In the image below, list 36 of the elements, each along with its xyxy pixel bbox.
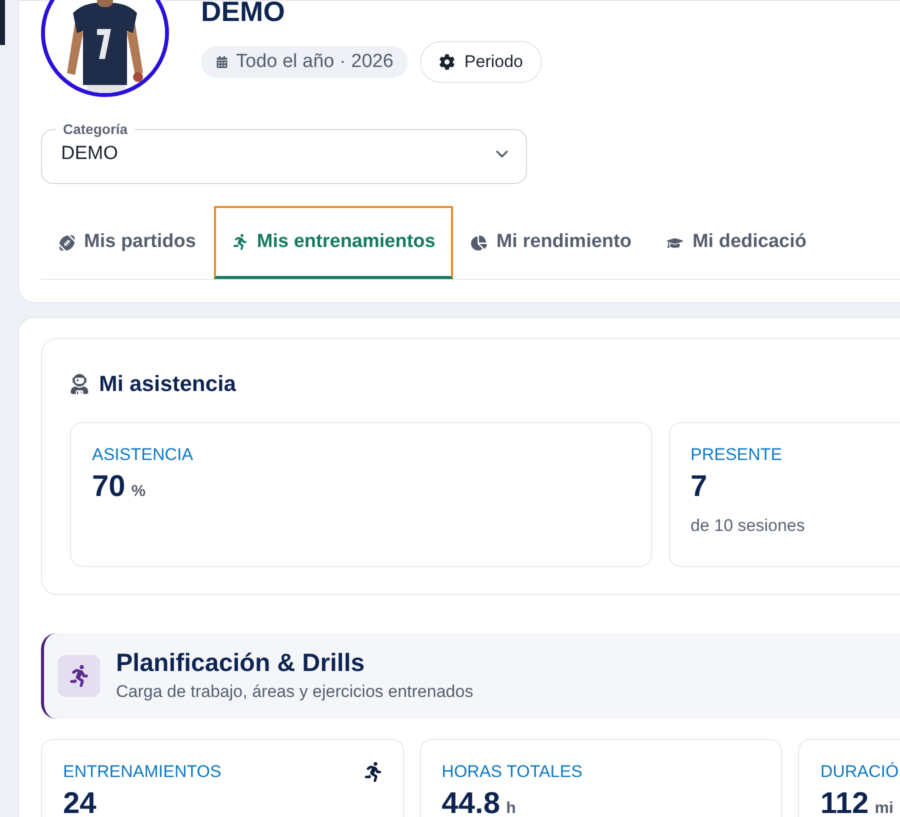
stat-label: DURACIÓ (820, 762, 899, 782)
stat-value: 112 (820, 788, 869, 817)
tab[interactable]: Mis entrenamientos (214, 206, 454, 279)
stat-value: 7 (690, 471, 708, 503)
calendar-icon (216, 56, 228, 68)
pie-chart-icon (471, 234, 488, 250)
tab[interactable]: Mi dedicació (649, 206, 824, 279)
stat-value: 24 (63, 788, 96, 817)
stat-unit: % (131, 482, 146, 502)
section-title: Planificación & Drills (116, 648, 366, 680)
player-name: DEMO (201, 1, 286, 23)
section-subtitle: Carga de trabajo, áreas y ejercicios entrenados (116, 681, 474, 704)
football-icon (59, 234, 75, 250)
period-chip: Todo el año · 2026 (201, 46, 408, 78)
section-title: Mi asistencia (99, 370, 236, 398)
runner-badge-icon (58, 655, 100, 697)
settings-icon (439, 54, 456, 70)
sidebar-edge (0, 0, 5, 45)
stat-label: HORAS TOTALES (442, 762, 582, 782)
runner-icon (364, 762, 382, 782)
stat-label: PRESENTE (690, 445, 782, 465)
runner-icon (232, 234, 248, 250)
stat-label: ASISTENCIA (92, 445, 194, 465)
stat-unit: mi (874, 799, 894, 817)
stat-note: de 10 sesiones (690, 515, 806, 537)
stat-unit: h (506, 799, 516, 817)
field-label: Categoría (62, 121, 129, 137)
tab[interactable]: Mi rendimiento (453, 206, 650, 279)
stat-value: 70 (92, 471, 126, 503)
period-button[interactable]: Periodo (420, 41, 542, 83)
person-icon (70, 374, 89, 394)
select-value: DEMO (61, 142, 118, 166)
category-select[interactable]: Categoría DEMO (41, 121, 527, 184)
tab[interactable]: Mis partidos (41, 206, 214, 279)
stat-label: ENTRENAMIENTOS (63, 762, 222, 782)
stat-value: 44.8 (442, 788, 500, 817)
